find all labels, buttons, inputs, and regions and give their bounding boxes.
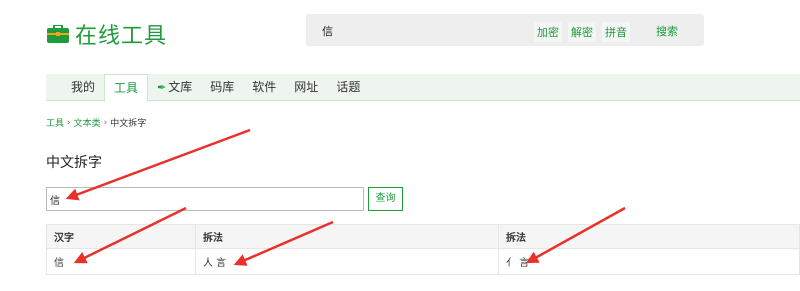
- character-query-input[interactable]: [46, 187, 364, 211]
- site-title: 在线工具: [75, 24, 168, 49]
- page-title: 中文拆字: [46, 155, 102, 171]
- search-button[interactable]: 搜索: [656, 23, 678, 39]
- site-logo[interactable]: 在线工具: [47, 18, 167, 50]
- column-header-character: 汉字: [46, 224, 196, 249]
- pinyin-button[interactable]: 拼音: [602, 22, 630, 42]
- toolbox-icon: [47, 24, 69, 43]
- tab-topics[interactable]: 话题: [327, 74, 369, 101]
- column-header-split-2: 拆法: [498, 224, 800, 249]
- tab-label: 话题: [336, 80, 361, 94]
- table-row: 信 人 言 亻 言: [46, 248, 800, 275]
- table-header-row: 汉字 拆法 拆法: [46, 224, 800, 249]
- breadcrumb-separator: ›: [103, 117, 108, 128]
- breadcrumb-text-category[interactable]: 文本类: [74, 116, 101, 129]
- breadcrumb: 工具 › 文本类 › 中文拆字: [46, 116, 147, 130]
- top-search-bar: 信 加密 解密 拼音 搜索: [306, 14, 704, 46]
- tab-code[interactable]: 码库: [201, 74, 243, 101]
- tab-tools[interactable]: 工具: [104, 74, 149, 102]
- breadcrumb-current: 中文拆字: [110, 119, 147, 129]
- tab-websites[interactable]: 网址: [285, 74, 327, 101]
- encrypt-button[interactable]: 加密: [534, 22, 562, 42]
- tab-label: 我的: [71, 80, 96, 94]
- column-header-split-1: 拆法: [195, 224, 499, 249]
- query-button[interactable]: 查询: [368, 187, 403, 211]
- breadcrumb-separator: ›: [67, 117, 71, 128]
- breadcrumb-tools[interactable]: 工具: [46, 116, 64, 129]
- tab-software[interactable]: 软件: [243, 74, 285, 101]
- tab-mine[interactable]: 我的: [62, 74, 104, 101]
- nav-tabs: 我的 工具 ✒ 文库 码库 软件 网址 话题: [62, 74, 369, 102]
- decrypt-button[interactable]: 解密: [568, 22, 596, 42]
- tab-library[interactable]: ✒ 文库: [148, 74, 201, 101]
- tab-label: 码库: [210, 80, 235, 94]
- tab-label: 软件: [252, 80, 277, 94]
- tab-label: 网址: [294, 80, 319, 94]
- feather-icon: ✒: [157, 81, 167, 94]
- tab-label: 文库: [168, 80, 193, 94]
- tab-label: 工具: [114, 80, 139, 95]
- search-actions: 加密 解密 拼音: [534, 22, 630, 42]
- result-table: 汉字 拆法 拆法 信 人 言 亻 言: [46, 224, 800, 275]
- cell-split-1: 人 言: [195, 248, 499, 275]
- cell-character: 信: [46, 248, 196, 275]
- cell-split-2: 亻 言: [498, 248, 800, 275]
- top-search-input[interactable]: 信: [322, 23, 333, 39]
- main-nav: 我的 工具 ✒ 文库 码库 软件 网址 话题: [46, 74, 800, 102]
